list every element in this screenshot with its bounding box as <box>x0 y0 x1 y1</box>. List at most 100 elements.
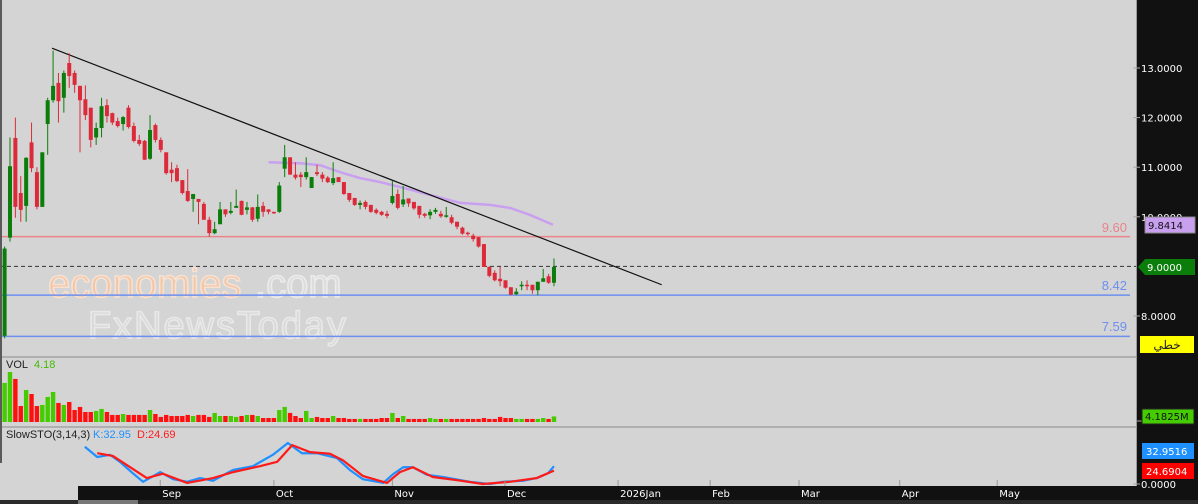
chart-canvas[interactable]: economies .com FxNewsToday VOL 4.18 Slow… <box>0 0 1198 504</box>
watermark-economies: economies <box>48 262 241 306</box>
candle-body <box>266 209 271 212</box>
candle-body <box>341 182 346 194</box>
volume-bar <box>207 416 212 422</box>
volume-bar <box>266 418 271 422</box>
candle-body <box>438 213 443 217</box>
candle-body <box>104 105 109 117</box>
volume-bar <box>137 414 142 422</box>
volume-bar <box>7 372 13 422</box>
ma-price-tag: 9.8414 <box>1144 216 1196 234</box>
candle-body <box>164 152 169 174</box>
volume-bar <box>174 416 180 422</box>
candle-body <box>503 280 508 288</box>
stochastic-d-tag: 24.6904 <box>1142 463 1194 479</box>
candle-body <box>67 63 72 76</box>
volume-bar <box>190 416 196 422</box>
candle-body <box>126 107 131 128</box>
volume-bar <box>320 418 325 422</box>
volume-bar <box>34 406 40 422</box>
candle-body <box>530 284 535 291</box>
volume-bar <box>492 418 497 422</box>
candle-body <box>331 178 336 184</box>
volume-bar <box>88 412 93 422</box>
candle-body <box>546 276 551 283</box>
volume-bar <box>524 418 530 422</box>
volume-bar <box>147 410 153 422</box>
volume-bar <box>233 416 239 422</box>
candle-body <box>121 117 126 125</box>
volume-bar <box>352 418 357 422</box>
candle-body <box>88 107 93 140</box>
candle-body <box>34 172 39 207</box>
volume-bar <box>67 402 72 422</box>
candle-body <box>320 174 325 179</box>
volume-bar <box>374 418 379 422</box>
candle-body <box>18 192 23 210</box>
volume-bar <box>460 418 465 422</box>
candle <box>153 123 158 143</box>
stochastic-legend-k: K:32.95 <box>93 429 131 441</box>
candle <box>481 244 486 267</box>
time-axis[interactable] <box>78 486 1137 500</box>
candle-body <box>401 199 406 205</box>
candle-body <box>40 152 45 207</box>
volume-bar <box>347 418 352 422</box>
volume-bar <box>546 418 551 422</box>
level-label-8-42: 8.42 <box>1102 278 1127 293</box>
candle-body <box>541 278 546 282</box>
candle-body <box>471 235 476 240</box>
candle <box>34 167 39 210</box>
volume-bar <box>271 418 277 422</box>
volume-bar <box>153 414 158 422</box>
horizontal-scrollbar[interactable] <box>0 500 1198 504</box>
candle-body <box>148 130 153 159</box>
candle-body <box>525 284 530 287</box>
candle-body <box>455 221 460 227</box>
candle-body <box>24 157 29 206</box>
volume-bar <box>487 418 492 422</box>
candle-body <box>282 157 287 169</box>
volume-bar <box>481 418 487 422</box>
volume-bar <box>508 418 514 422</box>
candle-body <box>142 140 147 160</box>
time-tick-label: May <box>999 489 1020 500</box>
volume-bar <box>427 418 433 422</box>
candle-body <box>336 177 341 183</box>
volume-bar <box>551 416 557 422</box>
volume-bar <box>115 414 120 422</box>
scrollbar-thumb[interactable] <box>78 500 138 504</box>
volume-bar <box>61 404 67 422</box>
volume-bar <box>250 414 255 422</box>
candle-body <box>223 209 228 215</box>
price-axis[interactable] <box>1137 0 1198 504</box>
price-tick-label: 11.0000 <box>1141 163 1182 174</box>
candle-body <box>234 205 239 208</box>
stochastic-zero-label: 0.0000 <box>1141 480 1176 491</box>
candle-body <box>395 193 400 208</box>
candle-body <box>487 266 492 276</box>
volume-bar <box>379 418 384 422</box>
candle <box>277 182 282 213</box>
candle <box>341 182 346 195</box>
volume-bar <box>293 416 298 422</box>
last-price-tag: 9.0000 <box>1138 259 1195 275</box>
candle-body <box>201 203 206 220</box>
candle <box>508 287 513 296</box>
volume-bar <box>212 412 217 422</box>
volume-bar <box>180 416 185 422</box>
candle-body <box>498 278 503 282</box>
volume-bar <box>228 416 234 422</box>
candle-body <box>261 205 266 212</box>
line-type-button[interactable]: خطي <box>1140 336 1194 353</box>
volume-bar <box>77 406 83 422</box>
watermark-com: .com <box>255 262 342 306</box>
volume-bar <box>18 406 23 422</box>
candle <box>460 226 465 235</box>
candle <box>309 177 314 189</box>
volume-bar <box>433 418 438 422</box>
line-type-label: خطي <box>1153 338 1180 352</box>
candle-body <box>137 139 142 144</box>
candle-body <box>492 272 497 281</box>
candle-body <box>13 137 18 207</box>
volume-bar <box>83 412 88 422</box>
